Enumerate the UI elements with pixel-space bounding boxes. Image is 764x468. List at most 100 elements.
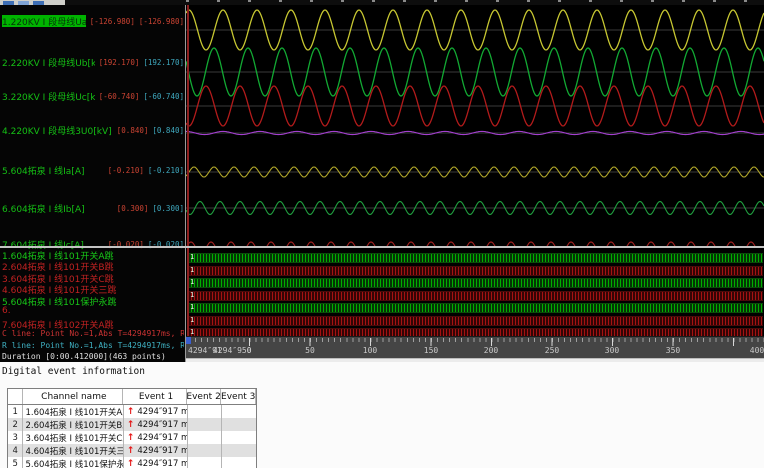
status-c-line: C line: Point No.=1,Abs T=4294917ms, Rel… [2, 329, 184, 338]
ruler-label: 150 [423, 346, 439, 355]
row-number-cell: 3 [8, 431, 24, 444]
digital-channel-row[interactable]: 5.604拓泉 I 线101保护永跳 [2, 295, 184, 306]
trip-up-arrow-icon: ↑ [126, 458, 135, 468]
digital-bar-value: 1 [190, 303, 195, 311]
cursor-line[interactable] [187, 5, 189, 336]
channel-name-cell: 1.604拓泉 I 线101开关A跳 [23, 405, 124, 418]
analog-channel-row[interactable]: 4.220KV I 段母线3U0[kV] [0.840] [0.840] [2, 124, 184, 137]
cursor-r-value: [-126.980] [138, 16, 184, 26]
event2-cell [188, 405, 223, 418]
table-row[interactable]: 22.604拓泉 I 线101开关B跳↑4294″917 ms [8, 418, 256, 431]
ruler-label: 50 [305, 346, 315, 355]
column-header: Event 3 [221, 389, 256, 404]
trip-up-arrow-icon: ↑ [126, 445, 135, 456]
analog-channel-row[interactable]: 3.220KV I 段母线Uc[kV][-60.740][-60.740] [2, 90, 184, 103]
status-r-line: R line: Point No.=1,Abs T=4294917ms, Rel… [2, 341, 184, 350]
analog-channel-row[interactable]: 6.604拓泉 I 线Ib[A] [0.300] [0.300] [2, 202, 184, 215]
cursor-c-value: [0.840] [116, 125, 149, 135]
analog-channel-label: 6.604拓泉 I 线Ib[A] [2, 204, 85, 215]
cursor-c-value: [-0.210] [107, 165, 144, 175]
digital-channel-row[interactable]: 6. [2, 306, 184, 317]
event3-cell [222, 405, 256, 418]
cursor-r-value: [192.170] [143, 57, 184, 67]
digital-channel-row[interactable]: 3.604拓泉 I 线101开关C跳 [2, 272, 184, 283]
digital-bar-value: 1 [190, 328, 195, 336]
cursor-c-value: [0.300] [116, 203, 149, 213]
event2-cell [188, 431, 223, 444]
ruler-label: 200 [483, 346, 499, 355]
analog-channel-label: 3.220KV I 段母线Uc[kV] [2, 92, 95, 103]
digital-bar: 1 [188, 328, 763, 336]
ruler-label: 250 [544, 346, 560, 355]
digital-bar-value: 1 [190, 290, 195, 299]
table-row[interactable]: 33.604拓泉 I 线101开关C跳↑4294″917 ms [8, 431, 256, 444]
table-row[interactable]: 55.604拓泉 I 线101保护永跳↑4294″917 ms [8, 457, 256, 468]
digital-bar-value: 1 [190, 253, 195, 261]
digital-bar: 1 [188, 315, 763, 326]
event3-cell [222, 457, 256, 468]
event1-cell: ↑4294″917 ms [124, 444, 188, 457]
digital-bar: 1 [188, 303, 763, 313]
cursor-r-value: [0.300] [152, 203, 184, 213]
event1-time: 4294″917 ms [137, 419, 186, 430]
ruler-label: 400 [749, 346, 764, 355]
digital-bar: 1 [188, 253, 763, 263]
cursor-c-value: [-126.980] [89, 16, 135, 26]
trip-up-arrow-icon: ↑ [126, 419, 135, 430]
analog-channel-row[interactable]: 5.604拓泉 I 线Ia[A] [-0.210] [-0.210] [2, 164, 184, 177]
row-number-cell: 4 [8, 444, 24, 457]
digital-channel-row[interactable]: 2.604拓泉 I 线101开关B跳 [2, 260, 184, 271]
event3-cell [222, 444, 256, 457]
event1-time: 4294″917 ms [137, 432, 186, 443]
event1-time: 4294″917 ms [137, 445, 186, 456]
digital-bar-value: 1 [190, 265, 195, 274]
digital-bar-value: 1 [190, 278, 195, 286]
trip-up-arrow-icon: ↑ [126, 406, 135, 417]
trip-up-arrow-icon: ↑ [126, 432, 135, 443]
digital-bar-value: 1 [190, 315, 195, 324]
column-header: Event 1 [123, 389, 187, 404]
column-header: Event 2 [187, 389, 222, 404]
analog-waveforms [186, 9, 764, 247]
table-row[interactable]: 44.604拓泉 I 线101开关三跳↑4294″917 ms [8, 444, 256, 457]
row-number-cell: 2 [8, 418, 24, 431]
ruler-cursor-marker-icon[interactable] [186, 337, 191, 344]
event3-cell [222, 418, 256, 431]
event1-cell: ↑4294″917 ms [124, 457, 188, 468]
cursor-c-value: [192.170] [98, 57, 140, 67]
channel-name-cell: 5.604拓泉 I 线101保护永跳 [23, 457, 124, 468]
status-duration: Duration [0:00.412000](463 points) [2, 352, 166, 361]
cursor-r-value: [-60.740] [143, 91, 184, 101]
waveform-plot-area[interactable]: 1 1 1 1 1 1 1 [186, 5, 764, 336]
analog-channel-row[interactable]: 1.220KV I 段母线Ua[kV][-126.980][-126.980] [2, 15, 184, 27]
row-number-cell: 5 [8, 457, 24, 468]
digital-event-title: Digital event information [2, 366, 145, 377]
ruler-label: 300 [604, 346, 620, 355]
channel-name-cell: 2.604拓泉 I 线101开关B跳 [23, 418, 124, 431]
channel-label-panel: C line: Point No.=1,Abs T=4294917ms, Rel… [0, 5, 186, 362]
waveform-analyzer-window: C line: Point No.=1,Abs T=4294917ms, Rel… [0, 0, 764, 468]
event3-cell [222, 431, 256, 444]
analog-channel-label: 2.220KV I 段母线Ub[kV] [2, 58, 95, 69]
digital-bar: 1 [188, 265, 763, 276]
analog-digital-divider [0, 246, 764, 248]
analog-channel-row[interactable]: 2.220KV I 段母线Ub[kV][192.170][192.170] [2, 56, 184, 69]
event2-cell [188, 457, 223, 468]
cursor-r-value: [-0.210] [147, 165, 184, 175]
digital-channel-row[interactable]: 7.604拓泉 I 线102开关A跳 [2, 318, 184, 329]
table-row[interactable]: 11.604拓泉 I 线101开关A跳↑4294″917 ms [8, 405, 256, 418]
time-ruler[interactable]: 4294″91 4294″950 0 50 100 150 200 250 300 350 400 [186, 336, 764, 359]
analog-channel-label: 1.220KV I 段母线Ua[kV] [2, 15, 86, 27]
event1-cell: ↑4294″917 ms [124, 418, 188, 431]
ruler-label: 100 [362, 346, 378, 355]
table-header-row: Channel name Event 1 Event 2 Event 3 [8, 389, 256, 405]
event1-cell: ↑4294″917 ms [124, 431, 188, 444]
cursor-r-value: [0.840] [152, 125, 184, 135]
digital-channel-row[interactable]: 4.604拓泉 I 线101开关三跳 [2, 283, 184, 294]
event1-time: 4294″917 ms [137, 458, 186, 468]
row-number-cell: 1 [8, 405, 24, 418]
digital-channel-row[interactable]: 1.604拓泉 I 线101开关A跳 [2, 249, 184, 260]
event1-time: 4294″917 ms [137, 406, 186, 417]
clipped-toolbar-edge [186, 0, 764, 2]
channel-name-cell: 4.604拓泉 I 线101开关三跳 [23, 444, 124, 457]
